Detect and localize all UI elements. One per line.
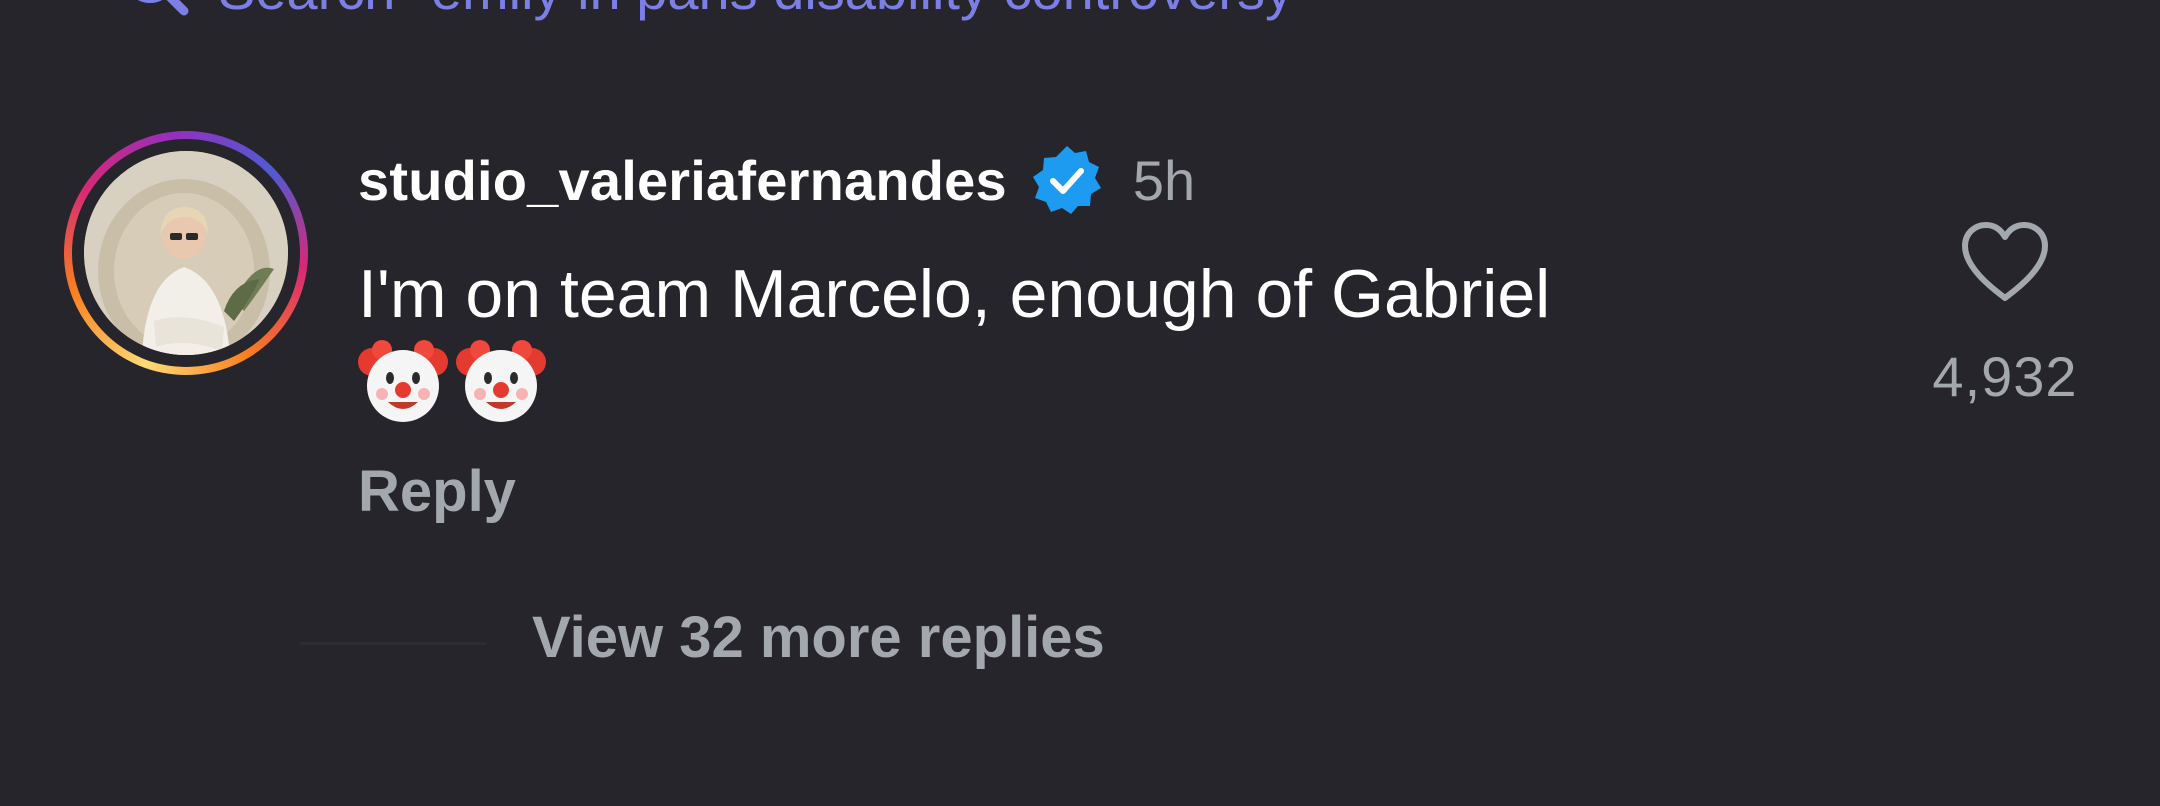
replies-divider bbox=[300, 642, 486, 645]
like-count: 4,932 bbox=[1932, 345, 2078, 408]
like-block: 4,932 bbox=[1910, 220, 2100, 409]
comment-emojis bbox=[358, 336, 546, 426]
verified-badge-icon bbox=[1031, 144, 1103, 216]
avatar-story-ring[interactable] bbox=[64, 131, 308, 375]
clown-face-icon bbox=[358, 336, 448, 426]
heart-icon[interactable] bbox=[1959, 220, 2051, 304]
reply-button[interactable]: Reply bbox=[358, 458, 516, 525]
comment: studio_valeriafernandes 5h I'm on team M… bbox=[0, 0, 2160, 806]
avatar[interactable] bbox=[84, 151, 288, 355]
view-replies-button[interactable]: View 32 more replies bbox=[532, 604, 1105, 671]
clown-face-icon bbox=[456, 336, 546, 426]
comment-header: studio_valeriafernandes 5h bbox=[358, 140, 1195, 220]
timestamp: 5h bbox=[1132, 148, 1196, 212]
username[interactable]: studio_valeriafernandes bbox=[358, 148, 1007, 213]
comment-text: I'm on team Marcelo, enough of Gabriel bbox=[358, 256, 1551, 332]
